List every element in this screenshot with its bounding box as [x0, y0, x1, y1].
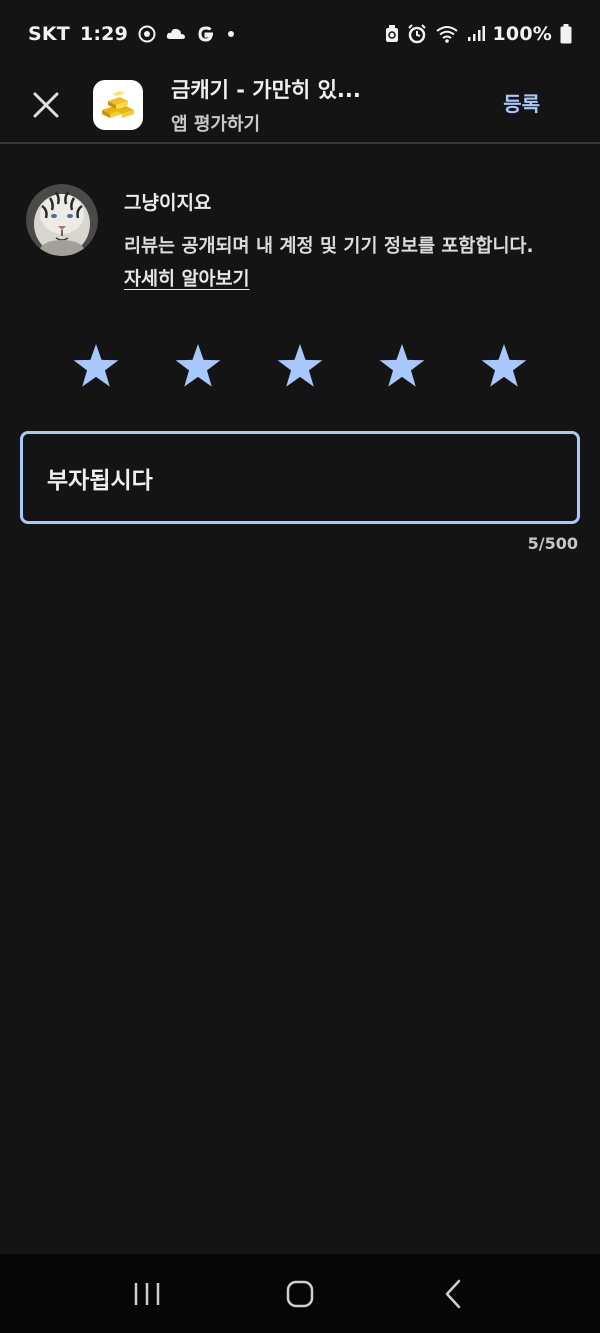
- tiger-avatar-image: [26, 184, 98, 256]
- page-subtitle: 앱 평가하기: [171, 114, 261, 135]
- character-counter: 5/500: [527, 534, 578, 553]
- app-title: 금캐기 - 가만히 있...: [171, 78, 361, 102]
- star-1[interactable]: [70, 340, 122, 392]
- star-4[interactable]: [376, 340, 428, 392]
- clock: 1:29: [79, 23, 129, 45]
- review-textarea[interactable]: 부자됩시다: [20, 431, 580, 524]
- top-app-bar: 금캐기 - 가만히 있... 앱 평가하기 등록: [0, 68, 600, 144]
- gold-bars-icon: [102, 91, 134, 118]
- star-icon: [481, 344, 527, 387]
- star-icon: [379, 344, 425, 387]
- chrome-icon: [138, 25, 156, 43]
- home-button[interactable]: [270, 1264, 330, 1324]
- reviewer-name: 그냥이지요: [124, 192, 212, 214]
- status-left: SKT 1:29: [28, 23, 236, 45]
- google-g-icon: [196, 24, 216, 44]
- close-button[interactable]: [18, 77, 74, 133]
- reviewer-info: 그냥이지요 리뷰는 공개되며 내 계정 및 기기 정보를 포함합니다. 자세히 …: [26, 184, 586, 304]
- privacy-disclaimer: 리뷰는 공개되며 내 계정 및 기기 정보를 포함합니다. 자세히 알아보기: [124, 230, 544, 296]
- close-icon: [33, 92, 59, 118]
- alarm-icon: [407, 24, 427, 44]
- submit-button[interactable]: 등록: [499, 82, 544, 123]
- disclaimer-text: 리뷰는 공개되며 내 계정 및 기기 정보를 포함합니다.: [124, 236, 534, 257]
- app-icon: [93, 80, 143, 130]
- status-right: 100%: [385, 23, 573, 45]
- recycle-icon: [385, 25, 399, 43]
- star-icon: [73, 344, 119, 387]
- review-text-value: 부자됩시다: [47, 467, 153, 494]
- header-titles: 금캐기 - 가만히 있... 앱 평가하기: [171, 74, 361, 136]
- wifi-icon: [435, 25, 459, 43]
- battery-percent: 100%: [492, 23, 552, 45]
- carrier-label: SKT: [28, 23, 70, 45]
- system-navigation-bar: [0, 1254, 600, 1333]
- star-2[interactable]: [172, 340, 224, 392]
- star-icon: [277, 344, 323, 387]
- recent-apps-button[interactable]: [117, 1264, 177, 1324]
- learn-more-link[interactable]: 자세히 알아보기: [124, 269, 250, 290]
- star-icon: [175, 344, 221, 387]
- avatar: [26, 184, 98, 256]
- back-icon: [446, 1279, 461, 1308]
- recent-apps-icon: [134, 1282, 159, 1305]
- battery-icon: [560, 24, 572, 44]
- home-icon: [286, 1280, 314, 1307]
- star-3[interactable]: [274, 340, 326, 392]
- cloud-icon: [166, 27, 186, 41]
- dot-icon: [226, 29, 236, 39]
- star-rating: [70, 338, 530, 394]
- status-bar: SKT 1:29 100%: [0, 0, 600, 68]
- signal-icon: [467, 26, 485, 42]
- star-5[interactable]: [478, 340, 530, 392]
- back-button[interactable]: [423, 1264, 483, 1324]
